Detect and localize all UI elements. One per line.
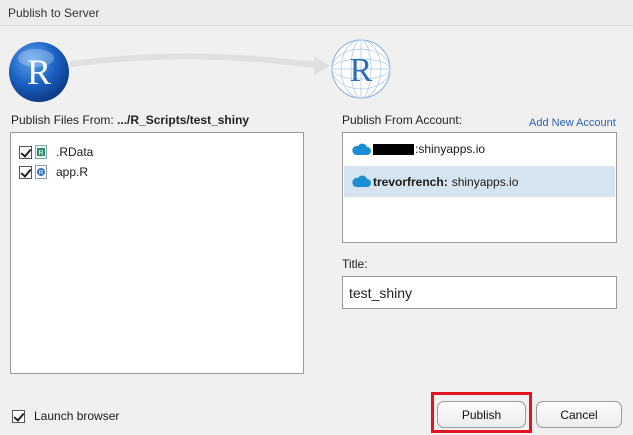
account-username: trevorfrench: — [373, 174, 448, 189]
title-field-label: Title: — [342, 257, 368, 271]
account-server-name: shinyapps.io — [451, 174, 519, 189]
arrow-right-icon — [70, 53, 330, 75]
cloud-icon — [352, 143, 371, 155]
redacted-username — [373, 143, 414, 155]
files-path: .../R_Scripts/test_shiny — [117, 113, 250, 127]
file-item-app-r[interactable]: R app.R — [19, 163, 88, 181]
account-server-name: shinyapps.io — [418, 142, 486, 156]
file-name-rdata: .RData — [56, 145, 94, 159]
files-label: Publish Files From: .../R_Scripts/test_s… — [11, 113, 249, 127]
files-list: R .RData R app.R — [10, 132, 304, 374]
window-title: Publish to Server — [8, 6, 100, 20]
add-new-account-link[interactable]: Add New Account — [529, 117, 616, 129]
accounts-label: Publish From Account: — [342, 113, 463, 127]
r-server-logo-icon: R — [331, 39, 391, 99]
launch-browser-label: Launch browser — [34, 409, 120, 423]
svg-text:R: R — [38, 150, 43, 157]
title-input[interactable] — [342, 276, 617, 309]
files-label-prefix: Publish Files From: — [11, 113, 118, 127]
accounts-list: : shinyapps.io trevorfrench: shinyapps.i… — [342, 132, 617, 243]
cancel-button[interactable]: Cancel — [536, 401, 622, 428]
r-file-icon: R — [35, 165, 47, 179]
account-item-trevorfrench[interactable]: trevorfrench: shinyapps.io — [344, 166, 615, 197]
rdata-file-icon: R — [35, 145, 47, 159]
file-item-rdata[interactable]: R .RData — [19, 143, 93, 161]
svg-text:R: R — [39, 171, 44, 177]
window-titlebar: Publish to Server — [0, 0, 633, 26]
file-checkbox-rdata[interactable] — [19, 145, 32, 159]
publish-button[interactable]: Publish — [437, 401, 526, 428]
svg-text:R: R — [27, 52, 51, 92]
cloud-icon — [352, 175, 371, 187]
account-item-redacted[interactable]: : shinyapps.io — [344, 134, 615, 164]
launch-browser-option[interactable]: Launch browser — [12, 409, 119, 423]
launch-browser-checkbox[interactable] — [12, 409, 25, 423]
svg-text:R: R — [350, 52, 373, 89]
file-checkbox-app-r[interactable] — [19, 165, 32, 179]
r-logo-icon: R — [9, 42, 69, 102]
file-name-app-r: app.R — [56, 165, 89, 179]
